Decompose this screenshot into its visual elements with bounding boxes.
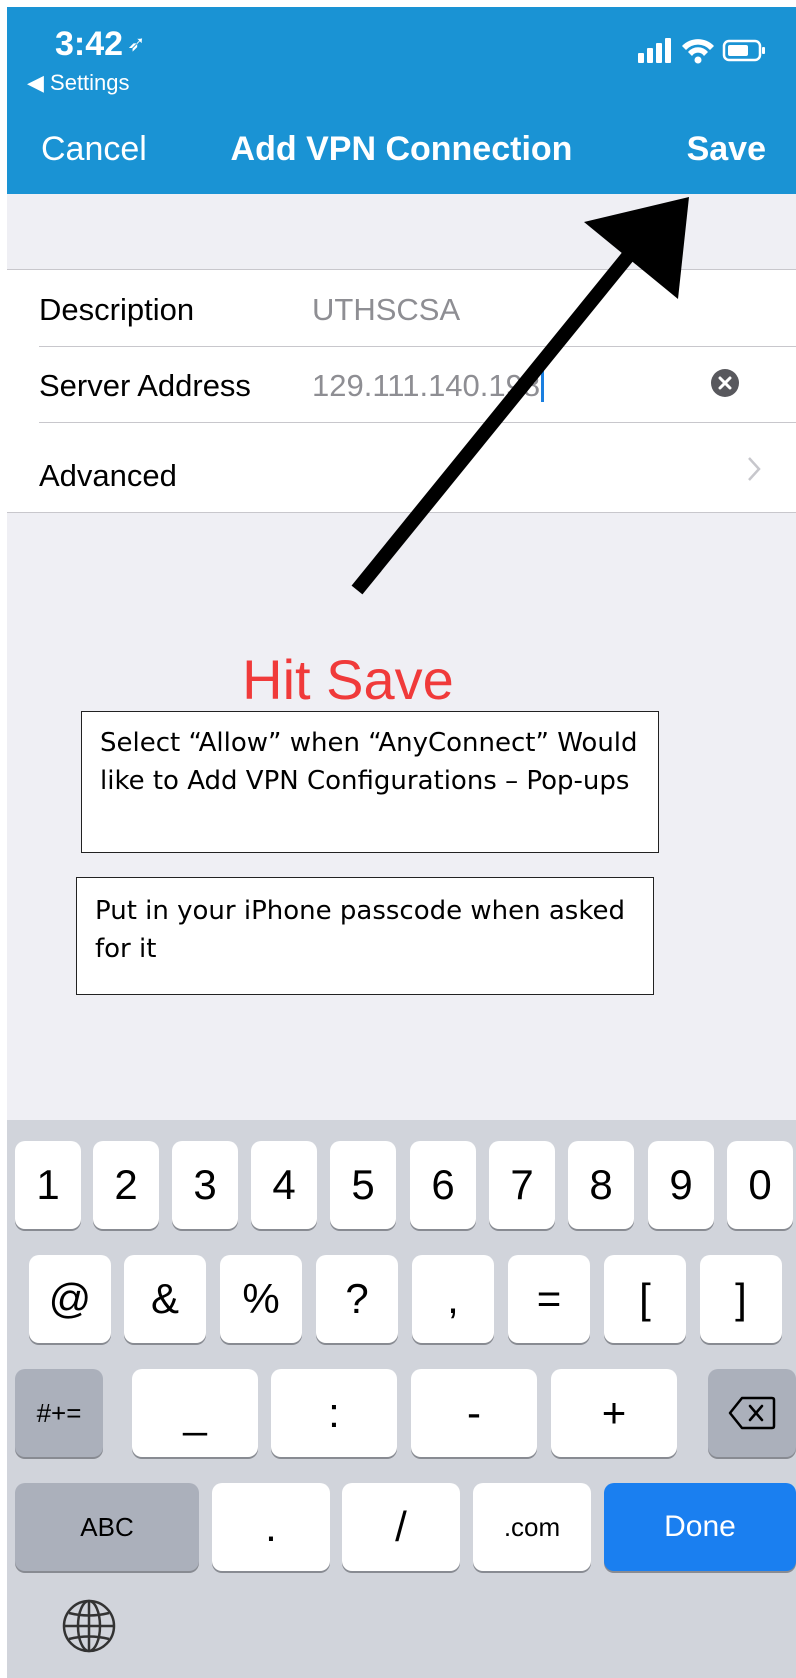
description-label: Description xyxy=(39,292,195,327)
key-equals[interactable]: = xyxy=(508,1255,590,1343)
key-underscore[interactable]: _ xyxy=(132,1369,258,1457)
key-at[interactable]: @ xyxy=(29,1255,111,1343)
server-address-row[interactable]: Server Address 129.111.140.198 xyxy=(7,346,796,422)
vpn-form: Description UTHSCSA Server Address 129.1… xyxy=(7,269,796,513)
key-8[interactable]: 8 xyxy=(568,1141,634,1229)
passcode-instruction-box: Put in your iPhone passcode when asked f… xyxy=(76,877,654,995)
server-address-value: 129.111.140.198 xyxy=(312,368,541,403)
done-key[interactable]: Done xyxy=(604,1483,796,1571)
key-right-bracket[interactable]: ] xyxy=(700,1255,782,1343)
key-dotcom[interactable]: .com xyxy=(473,1483,591,1571)
phone-screen: 3:42 ➶ ◀ Settings Cancel Add VPN Connecti… xyxy=(7,7,796,1678)
navigation-bar: 3:42 ➶ ◀ Settings Cancel Add VPN Connecti… xyxy=(7,7,796,194)
page-title: Add VPN Connection xyxy=(230,130,573,168)
key-4[interactable]: 4 xyxy=(251,1141,317,1229)
allow-instruction-box: Select “Allow” when “AnyConnect” Would l… xyxy=(81,711,659,853)
key-9[interactable]: 9 xyxy=(648,1141,714,1229)
status-time: 3:42 ➶ xyxy=(55,25,146,64)
server-address-label: Server Address xyxy=(39,368,251,403)
key-7[interactable]: 7 xyxy=(489,1141,555,1229)
backspace-icon xyxy=(728,1396,776,1430)
advanced-row[interactable]: Advanced xyxy=(7,422,796,512)
key-comma[interactable]: , xyxy=(412,1255,494,1343)
hit-save-annotation: Hit Save xyxy=(242,648,454,711)
location-arrow-icon: ➶ xyxy=(127,31,146,56)
key-3[interactable]: 3 xyxy=(172,1141,238,1229)
status-icons xyxy=(638,38,765,64)
key-plus[interactable]: + xyxy=(551,1369,677,1457)
key-0[interactable]: 0 xyxy=(727,1141,793,1229)
description-row[interactable]: Description UTHSCSA xyxy=(7,270,796,346)
signal-icon xyxy=(638,38,671,63)
key-percent[interactable]: % xyxy=(220,1255,302,1343)
clear-text-icon[interactable] xyxy=(710,368,740,398)
battery-icon xyxy=(722,39,765,62)
key-5[interactable]: 5 xyxy=(330,1141,396,1229)
key-hyphen[interactable]: - xyxy=(411,1369,537,1457)
key-left-bracket[interactable]: [ xyxy=(604,1255,686,1343)
chevron-right-icon xyxy=(748,457,761,481)
back-label: Settings xyxy=(50,70,130,95)
save-button[interactable]: Save xyxy=(687,130,766,169)
keyboard: 1 2 3 4 5 6 7 8 9 0 @ & % ? , = [ ] #+= … xyxy=(7,1120,796,1678)
advanced-label: Advanced xyxy=(39,458,177,493)
key-colon[interactable]: : xyxy=(271,1369,397,1457)
status-time-text: 3:42 xyxy=(55,25,124,63)
description-field[interactable]: UTHSCSA xyxy=(312,292,460,328)
wifi-icon xyxy=(682,39,714,64)
key-more-symbols[interactable]: #+= xyxy=(15,1369,103,1457)
key-1[interactable]: 1 xyxy=(15,1141,81,1229)
delete-key[interactable] xyxy=(708,1369,796,1457)
globe-icon[interactable] xyxy=(61,1598,117,1654)
key-question[interactable]: ? xyxy=(316,1255,398,1343)
key-period[interactable]: . xyxy=(212,1483,330,1571)
server-address-field[interactable]: 129.111.140.198 xyxy=(312,368,545,404)
text-caret xyxy=(541,368,545,402)
key-abc[interactable]: ABC xyxy=(15,1483,199,1571)
key-slash[interactable]: / xyxy=(342,1483,460,1571)
back-to-settings-link[interactable]: ◀ Settings xyxy=(27,70,130,96)
key-6[interactable]: 6 xyxy=(410,1141,476,1229)
key-2[interactable]: 2 xyxy=(93,1141,159,1229)
key-ampersand[interactable]: & xyxy=(124,1255,206,1343)
